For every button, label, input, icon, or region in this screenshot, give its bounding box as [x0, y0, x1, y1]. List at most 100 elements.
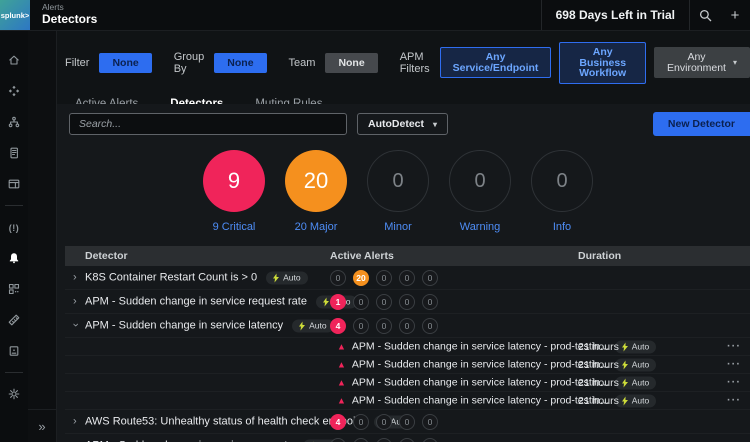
autodetect-dropdown[interactable]: AutoDetect ▾: [357, 113, 448, 135]
detector-row[interactable]: › APM - Sudden change in service request …: [65, 290, 750, 314]
detector-title: APM - Sudden change in service latency: [85, 320, 283, 332]
count-badge-none[interactable]: 0: [399, 414, 415, 430]
sidebar-item-settings[interactable]: [2, 382, 26, 406]
sidebar-item-metrics[interactable]: [2, 277, 26, 301]
table-body: ›K8S Container Restart Count is > 0Auto0…: [65, 266, 750, 442]
count-badge-none[interactable]: 0: [422, 294, 438, 310]
business-workflow-filter-button[interactable]: Any Business Workflow: [559, 42, 646, 84]
severity-label[interactable]: Minor: [357, 221, 439, 233]
count-badge-none[interactable]: 0: [399, 270, 415, 286]
sidebar-item-apm[interactable]: [2, 79, 26, 103]
more-options-icon[interactable]: ···: [727, 359, 741, 370]
sidebar-item-dashboards[interactable]: [2, 172, 26, 196]
detectors-table: Detector Active Alerts Duration ›K8S Con…: [65, 246, 750, 442]
severity-label[interactable]: Warning: [439, 221, 521, 233]
alert-duration: 21 hours: [578, 341, 619, 353]
sidebar-item-log-observer[interactable]: [2, 141, 26, 165]
count-badge-none[interactable]: 0: [422, 414, 438, 430]
severity-label[interactable]: 20 Major: [275, 221, 357, 233]
severity-circle: 9: [203, 150, 265, 212]
alert-triangle-icon: ▲: [337, 342, 346, 351]
count-badge-none[interactable]: 0: [399, 438, 415, 442]
count-badge-none[interactable]: 0: [376, 294, 392, 310]
count-badge-none[interactable]: 0: [422, 438, 438, 442]
severity-summary--major[interactable]: 2020 Major: [275, 150, 357, 233]
severity-label[interactable]: Info: [521, 221, 603, 233]
count-badge-major[interactable]: 20: [353, 270, 369, 286]
detector-title-group: APM - Sudden change in service request r…: [85, 295, 357, 308]
sidebar-item-incidents[interactable]: (!): [2, 215, 26, 239]
chevron-expanded-icon[interactable]: ›: [69, 323, 80, 327]
new-detector-button[interactable]: New Detector: [653, 112, 750, 136]
count-badge-critical[interactable]: 4: [330, 318, 346, 334]
detector-title-group: APM - Sudden change in service latencyAu…: [85, 319, 334, 332]
trial-days-badge: 698 Days Left in Trial: [541, 0, 690, 30]
sidebar-item-infrastructure[interactable]: [2, 110, 26, 134]
count-badge-none[interactable]: 0: [376, 318, 392, 334]
severity-summary-warning[interactable]: 0Warning: [439, 150, 521, 233]
count-badge-none[interactable]: 0: [422, 318, 438, 334]
groupby-none-button[interactable]: None: [214, 53, 266, 74]
count-badge-none[interactable]: 0: [376, 414, 392, 430]
expand-nav-button[interactable]: »: [28, 409, 56, 442]
severity-summary-info[interactable]: 0Info: [521, 150, 603, 233]
alert-row[interactable]: ▲APM - Sudden change in service latency …: [65, 392, 750, 410]
team-none-button[interactable]: None: [325, 53, 377, 74]
splunk-logo[interactable]: splunk>: [0, 0, 30, 30]
sidebar-item-apm-troubleshooting[interactable]: [2, 308, 26, 332]
count-badge-none[interactable]: 0: [376, 270, 392, 286]
lightning-bolt-icon: [273, 273, 279, 282]
count-badge-none[interactable]: 0: [353, 294, 369, 310]
alert-row[interactable]: ▲APM - Sudden change in service latency …: [65, 356, 750, 374]
lightning-bolt-icon: [622, 378, 628, 387]
add-icon[interactable]: +: [720, 0, 750, 30]
filter-none-button[interactable]: None: [99, 53, 151, 74]
dashboards-icon: [8, 178, 20, 190]
environment-dropdown[interactable]: Any Environment ▾: [654, 47, 750, 78]
service-endpoint-filter-button[interactable]: Any Service/Endpoint: [440, 47, 552, 78]
search-icon[interactable]: [690, 0, 720, 30]
auto-badge-label: Auto: [632, 360, 650, 369]
count-badge-none[interactable]: 0: [399, 318, 415, 334]
column-header-detector: Detector: [85, 250, 128, 262]
alert-row[interactable]: ▲APM - Sudden change in service latency …: [65, 338, 750, 356]
filter-label: Filter: [65, 57, 89, 69]
autodetect-label: AutoDetect: [368, 118, 424, 130]
count-badge-critical[interactable]: 1: [330, 294, 346, 310]
sidebar-item-data-management[interactable]: [2, 339, 26, 363]
chevron-collapsed-icon[interactable]: ›: [73, 296, 77, 307]
severity-summary--critical[interactable]: 9 9 Critical: [193, 150, 275, 233]
detector-row[interactable]: › APM - Sudden change in service latencyA…: [65, 314, 750, 338]
detector-row[interactable]: ›AWS Route53: Unhealthy status of health…: [65, 410, 750, 434]
count-badge-none[interactable]: 0: [422, 270, 438, 286]
lightning-bolt-icon: [622, 360, 628, 369]
more-options-icon[interactable]: ···: [727, 341, 741, 352]
alert-title: APM - Sudden change in service latency -…: [352, 395, 609, 407]
chevron-collapsed-icon[interactable]: ›: [73, 272, 77, 283]
count-badge-none[interactable]: 0: [330, 270, 346, 286]
count-badge-none[interactable]: 0: [330, 438, 346, 442]
count-badge-none[interactable]: 0: [353, 438, 369, 442]
more-options-icon[interactable]: ···: [727, 377, 741, 388]
count-badge-none[interactable]: 0: [353, 318, 369, 334]
search-input[interactable]: [69, 113, 347, 135]
count-badge-none[interactable]: 0: [353, 414, 369, 430]
severity-label[interactable]: 9 Critical: [193, 221, 275, 233]
detector-title: APM - Sudden change in service request r…: [85, 296, 307, 308]
severity-summary-minor[interactable]: 0Minor: [357, 150, 439, 233]
column-header-duration: Duration: [578, 250, 621, 262]
sidebar-item-alerts[interactable]: [2, 246, 26, 270]
alert-row[interactable]: ▲APM - Sudden change in service latency …: [65, 374, 750, 392]
incidents-icon: (!): [9, 218, 20, 236]
more-options-icon[interactable]: ···: [727, 395, 741, 406]
count-badge-critical[interactable]: 4: [330, 414, 346, 430]
count-badge-none[interactable]: 0: [399, 294, 415, 310]
detector-row[interactable]: APM - Sudden change in service error rat…: [65, 434, 750, 442]
chevron-collapsed-icon[interactable]: ›: [73, 416, 77, 427]
alert-counts: 40000: [330, 414, 438, 430]
sidebar-item-home[interactable]: [2, 48, 26, 72]
alert-counts: 10000: [330, 294, 438, 310]
severity-summary: 9 9 Critical2020 Major0Minor0Warning0Info: [193, 150, 605, 233]
detector-row[interactable]: ›K8S Container Restart Count is > 0Auto0…: [65, 266, 750, 290]
count-badge-none[interactable]: 0: [376, 438, 392, 442]
